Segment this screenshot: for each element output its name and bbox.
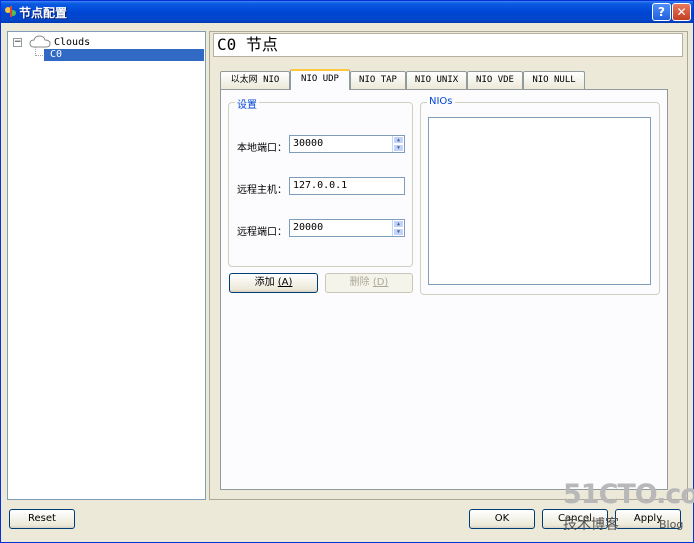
remote-host-label: 远程主机： [237,185,287,196]
settings-legend: 设置 [235,96,259,111]
local-port-label: 本地端口： [237,143,287,154]
remote-port-spinbox[interactable]: 20000 ▲ ▼ [289,219,405,237]
help-button[interactable]: ? [652,3,671,21]
close-button[interactable]: ✕ [672,3,691,21]
tab-nio-null[interactable]: NIO NULL [523,71,585,89]
nios-legend: NIOs [427,96,455,107]
remote-host-input[interactable]: 127.0.0.1 [289,177,405,195]
add-button-label: 添加 [254,277,275,288]
tab-nio-vde[interactable]: NIO VDE [467,71,523,89]
window-title: 节点配置 [19,6,68,20]
add-button[interactable]: 添加 (A) [229,273,318,293]
remote-host-value: 127.0.0.1 [293,180,348,191]
nios-list[interactable] [428,117,651,285]
title-bar[interactable]: 节点配置 ? ✕ [1,1,693,23]
app-icon [5,6,16,17]
tab-nio-unix[interactable]: NIO UNIX [406,71,467,89]
remote-port-spinner: ▲ ▼ [392,220,404,236]
add-button-mnemonic: (A) [277,277,293,288]
remote-port-label: 远程端口： [237,227,287,238]
spin-down-icon[interactable]: ▼ [393,144,404,152]
remote-port-value: 20000 [293,222,324,233]
tab-nio-udp[interactable]: NIO UDP [290,69,350,90]
collapse-toggle-icon[interactable]: − [13,38,22,47]
tree-connector [35,47,43,56]
tree-item-clouds[interactable]: Clouds [54,37,90,48]
ok-button[interactable]: OK [469,509,535,529]
node-tree[interactable]: − Clouds C0 [7,31,206,500]
local-port-value: 30000 [293,138,324,149]
reset-button[interactable]: Reset [9,509,75,529]
spin-up-icon[interactable]: ▲ [393,136,404,144]
spin-down-icon[interactable]: ▼ [393,228,404,236]
node-config-dialog: 节点配置 ? ✕ − Clouds C0 C0 节点 以太网 NIO NIO U… [0,0,694,543]
local-port-spinner: ▲ ▼ [392,136,404,152]
site-watermark: 51CTO.com 技术博客 Blog [561,479,694,541]
local-port-spinbox[interactable]: 30000 ▲ ▼ [289,135,405,153]
spin-up-icon[interactable]: ▲ [393,220,404,228]
delete-button-mnemonic: (D) [372,277,389,288]
delete-button[interactable]: 删除 (D) [325,273,413,293]
watermark-site: 51CTO.com [563,479,694,510]
watermark-subtitle: 技术博客 [563,517,619,533]
tab-nio-tap[interactable]: NIO TAP [350,71,406,89]
delete-button-label: 删除 [349,277,370,288]
tree-item-c0[interactable]: C0 [44,49,204,61]
watermark-blog: Blog [659,518,684,531]
node-title: C0 节点 [213,33,683,57]
tab-ethernet-nio[interactable]: 以太网 NIO [220,71,290,89]
